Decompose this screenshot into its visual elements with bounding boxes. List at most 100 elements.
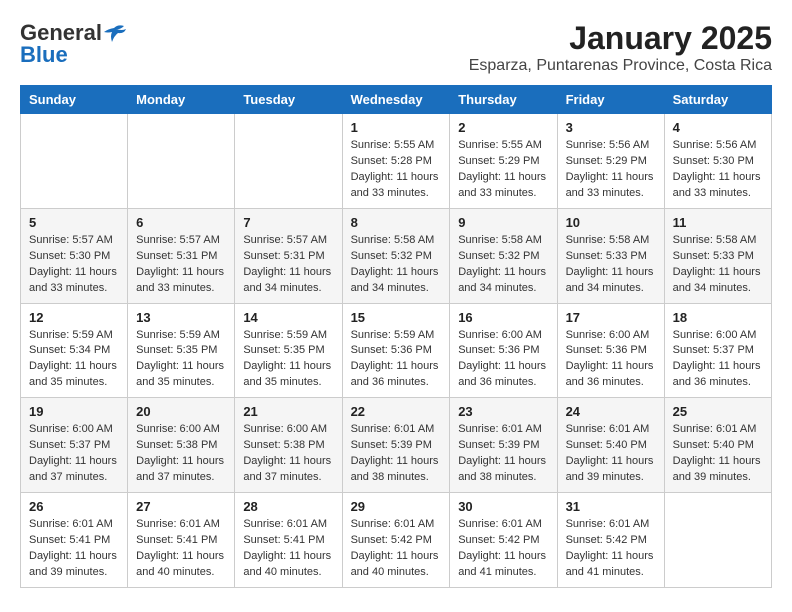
day-number: 30 [458, 499, 548, 514]
weekday-header-thursday: Thursday [450, 86, 557, 114]
calendar-cell: 30Sunrise: 6:01 AMSunset: 5:42 PMDayligh… [450, 493, 557, 588]
day-number: 27 [136, 499, 226, 514]
day-number: 8 [351, 215, 442, 230]
day-info: Sunrise: 5:59 AMSunset: 5:36 PMDaylight:… [351, 328, 442, 392]
day-number: 1 [351, 120, 442, 135]
calendar-cell: 27 Sunrise: 6:01 AMSunset: 5:41 PMDayligh… [128, 493, 235, 588]
day-number: 11 [673, 215, 763, 230]
page-title: January 2025 [469, 20, 772, 57]
calendar-table: SundayMondayTuesdayWednesdayThursdayFrid… [20, 85, 772, 588]
day-info: Sunrise: 6:01 AMSunset: 5:42 PMDaylight:… [566, 517, 656, 581]
day-number: 5 [29, 215, 119, 230]
calendar-cell: 31 Sunrise: 6:01 AMSunset: 5:42 PMDayligh… [557, 493, 664, 588]
calendar-cell: 12 Sunrise: 5:59 AMSunset: 5:34 PMDayligh… [21, 303, 128, 398]
day-info: Sunrise: 5:58 AMSunset: 5:33 PMDaylight:… [673, 233, 763, 297]
day-number: 21 [243, 404, 333, 419]
calendar-cell: 17 Sunrise: 6:00 AMSunset: 5:36 PMDayligh… [557, 303, 664, 398]
day-info: Sunrise: 6:00 AMSunset: 5:38 PMDaylight:… [136, 422, 226, 486]
calendar-cell [21, 114, 128, 209]
day-info: Sunrise: 6:00 AMSunset: 5:36 PMDaylight:… [458, 328, 548, 392]
calendar-cell: 21 Sunrise: 6:00 AMSunset: 5:38 PMDayligh… [235, 398, 342, 493]
weekday-header-friday: Friday [557, 86, 664, 114]
day-info: Sunrise: 5:56 AMSunset: 5:29 PMDaylight:… [566, 138, 656, 202]
logo: General Blue [20, 20, 126, 68]
calendar-cell [128, 114, 235, 209]
weekday-header-monday: Monday [128, 86, 235, 114]
calendar-cell: 26Sunrise: 6:01 AMSunset: 5:41 PMDayligh… [21, 493, 128, 588]
day-number: 12 [29, 310, 119, 325]
page-header: General Blue January 2025 Esparza, Punta… [20, 20, 772, 75]
day-number: 18 [673, 310, 763, 325]
day-number: 20 [136, 404, 226, 419]
day-info: Sunrise: 6:01 AMSunset: 5:40 PMDaylight:… [566, 422, 656, 486]
calendar-week-row: 26 Sunrise: 6:01 AMSunset: 5:41 PMDayligh… [21, 493, 772, 588]
day-number: 7 [243, 215, 333, 230]
day-number: 6 [136, 215, 226, 230]
day-number: 25 [673, 404, 763, 419]
day-number: 19 [29, 404, 119, 419]
day-number: 26 [29, 499, 119, 514]
day-number: 29 [351, 499, 442, 514]
weekday-header-row: SundayMondayTuesdayWednesdayThursdayFrid… [21, 86, 772, 114]
day-info: Sunrise: 6:01 AMSunset: 5:39 PMDaylight:… [458, 422, 548, 486]
day-number: 10 [566, 215, 656, 230]
day-info: Sunrise: 6:01 AMSunset: 5:41 PMDaylight:… [136, 517, 226, 581]
day-number: 22 [351, 404, 442, 419]
day-info: Sunrise: 5:59 AMSunset: 5:35 PMDaylight:… [243, 328, 333, 392]
calendar-cell: 24 Sunrise: 6:01 AMSunset: 5:40 PMDayligh… [557, 398, 664, 493]
day-info: Sunrise: 6:00 AMSunset: 5:38 PMDaylight:… [243, 422, 333, 486]
calendar-cell: 19 Sunrise: 6:00 AMSunset: 5:37 PMDayligh… [21, 398, 128, 493]
day-number: 2 [458, 120, 548, 135]
day-number: 23 [458, 404, 548, 419]
calendar-cell: 5 Sunrise: 5:57 AMSunset: 5:30 PMDaylight… [21, 208, 128, 303]
day-info: Sunrise: 5:58 AMSunset: 5:32 PMDaylight:… [458, 233, 548, 297]
calendar-cell: 8 Sunrise: 5:58 AMSunset: 5:32 PMDaylight… [342, 208, 450, 303]
calendar-cell: 7 Sunrise: 5:57 AMSunset: 5:31 PMDaylight… [235, 208, 342, 303]
calendar-cell: 4Sunrise: 5:56 AMSunset: 5:30 PMDaylight… [664, 114, 771, 209]
calendar-cell [664, 493, 771, 588]
page-subtitle: Esparza, Puntarenas Province, Costa Rica [469, 57, 772, 75]
calendar-cell: 29 Sunrise: 6:01 AMSunset: 5:42 PMDayligh… [342, 493, 450, 588]
calendar-cell: 25Sunrise: 6:01 AMSunset: 5:40 PMDayligh… [664, 398, 771, 493]
day-number: 3 [566, 120, 656, 135]
calendar-cell: 23 Sunrise: 6:01 AMSunset: 5:39 PMDayligh… [450, 398, 557, 493]
day-number: 13 [136, 310, 226, 325]
calendar-cell: 10 Sunrise: 5:58 AMSunset: 5:33 PMDayligh… [557, 208, 664, 303]
day-number: 28 [243, 499, 333, 514]
calendar-cell: 14 Sunrise: 5:59 AMSunset: 5:35 PMDayligh… [235, 303, 342, 398]
day-info: Sunrise: 5:58 AMSunset: 5:32 PMDaylight:… [351, 233, 442, 297]
title-block: January 2025 Esparza, Puntarenas Provinc… [469, 20, 772, 75]
calendar-week-row: 1Sunrise: 5:55 AMSunset: 5:28 PMDaylight… [21, 114, 772, 209]
day-number: 4 [673, 120, 763, 135]
calendar-cell: 3 Sunrise: 5:56 AMSunset: 5:29 PMDaylight… [557, 114, 664, 209]
calendar-week-row: 12 Sunrise: 5:59 AMSunset: 5:34 PMDayligh… [21, 303, 772, 398]
day-info: Sunrise: 5:57 AMSunset: 5:31 PMDaylight:… [243, 233, 333, 297]
calendar-cell: 9 Sunrise: 5:58 AMSunset: 5:32 PMDaylight… [450, 208, 557, 303]
calendar-cell: 1Sunrise: 5:55 AMSunset: 5:28 PMDaylight… [342, 114, 450, 209]
weekday-header-wednesday: Wednesday [342, 86, 450, 114]
day-number: 17 [566, 310, 656, 325]
weekday-header-sunday: Sunday [21, 86, 128, 114]
day-info: Sunrise: 5:57 AMSunset: 5:31 PMDaylight:… [136, 233, 226, 297]
day-number: 16 [458, 310, 548, 325]
day-info: Sunrise: 6:01 AMSunset: 5:39 PMDaylight:… [351, 422, 442, 486]
day-number: 24 [566, 404, 656, 419]
day-info: Sunrise: 5:59 AMSunset: 5:34 PMDaylight:… [29, 328, 119, 392]
day-info: Sunrise: 6:00 AMSunset: 5:37 PMDaylight:… [29, 422, 119, 486]
day-info: Sunrise: 5:58 AMSunset: 5:33 PMDaylight:… [566, 233, 656, 297]
calendar-cell: 28Sunrise: 6:01 AMSunset: 5:41 PMDayligh… [235, 493, 342, 588]
logo-blue-text: Blue [20, 42, 68, 68]
calendar-cell [235, 114, 342, 209]
day-number: 9 [458, 215, 548, 230]
day-info: Sunrise: 6:01 AMSunset: 5:42 PMDaylight:… [351, 517, 442, 581]
day-info: Sunrise: 5:57 AMSunset: 5:30 PMDaylight:… [29, 233, 119, 297]
calendar-cell: 13 Sunrise: 5:59 AMSunset: 5:35 PMDayligh… [128, 303, 235, 398]
day-info: Sunrise: 6:00 AMSunset: 5:36 PMDaylight:… [566, 328, 656, 392]
calendar-cell: 16 Sunrise: 6:00 AMSunset: 5:36 PMDayligh… [450, 303, 557, 398]
calendar-week-row: 5 Sunrise: 5:57 AMSunset: 5:30 PMDaylight… [21, 208, 772, 303]
day-info: Sunrise: 5:59 AMSunset: 5:35 PMDaylight:… [136, 328, 226, 392]
calendar-cell: 11 Sunrise: 5:58 AMSunset: 5:33 PMDayligh… [664, 208, 771, 303]
day-number: 31 [566, 499, 656, 514]
day-number: 14 [243, 310, 333, 325]
day-info: Sunrise: 5:55 AMSunset: 5:29 PMDaylight:… [458, 138, 548, 202]
